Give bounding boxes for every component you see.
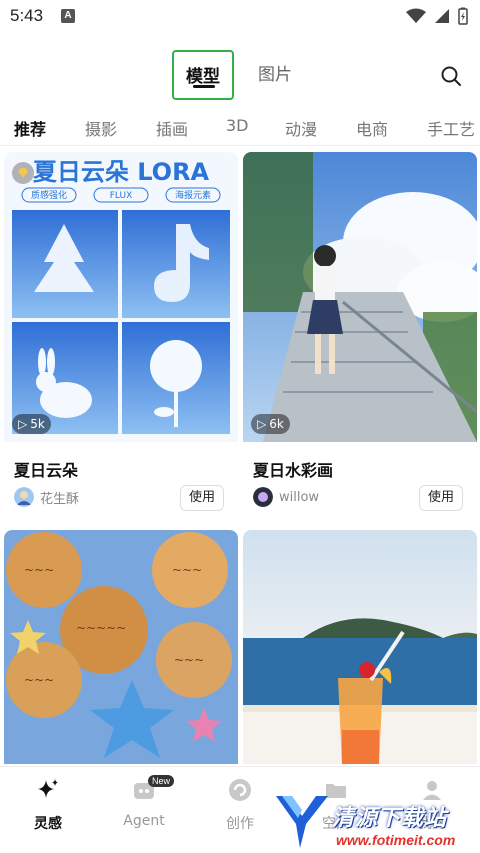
use-button[interactable]: 使用 [419,485,463,511]
app-notification-icon: A [61,9,75,23]
tab-model-label: 模型 [186,67,220,87]
svg-text:~~~: ~~~ [24,563,54,577]
svg-text:~~~: ~~~ [174,653,204,667]
card-thumbnail[interactable]: 夏日云朵 LORA 质感强化 FLUX 海报元素 [4,152,238,442]
author-name: willow [279,489,320,505]
svg-text:~~~: ~~~ [24,673,54,687]
banner-tag: 海报元素 [175,189,211,201]
watermark-url: www.fotimeit.com [336,832,456,848]
nav-inspiration[interactable]: 灵感 [8,777,88,833]
nav-label: 灵感 [34,816,62,832]
banner-tag: 质感强化 [31,189,67,201]
card-title: 夏日云朵 [14,461,79,480]
tab-image-label: 图片 [258,65,292,85]
svg-text:~~~: ~~~ [172,563,202,577]
search-icon[interactable] [440,65,462,87]
watermark: 清源下载站 www.fotimeit.com [272,786,472,853]
model-card[interactable]: ~~~ ~~~ ~~~~~ ~~~ ~~~ [4,530,238,764]
card-thumbnail[interactable]: ~~~ ~~~ ~~~~~ ~~~ ~~~ [4,530,238,764]
battery-icon [458,7,468,25]
category-photography[interactable]: 摄影 [85,116,117,140]
use-button[interactable]: 使用 [180,485,224,511]
model-card[interactable] [243,530,477,764]
category-handcraft[interactable]: 手工艺 [427,116,475,140]
active-tab-indicator [193,85,215,88]
watercolor-girl-image [243,152,477,442]
beach-drink-image [243,530,477,764]
view-count-value: 6k [269,417,284,431]
card-thumbnail[interactable] [243,152,477,442]
signal-icon [435,9,449,23]
create-icon [229,779,251,801]
category-anime[interactable]: 动漫 [285,116,317,140]
wifi-icon [406,8,426,23]
play-icon: ▷ [18,417,28,431]
status-icons [406,6,468,26]
diamond-badge-icon [12,162,34,184]
view-count: ▷ 6k [251,414,290,434]
top-tab-bar: 模型 图片 [0,50,480,100]
view-count-value: 5k [30,417,45,431]
play-icon: ▷ [257,417,267,431]
nav-label: Agent [123,813,165,829]
card-author[interactable]: willow [253,487,319,507]
category-tabs: 推荐 摄影 插画 3D 动漫 电商 手工艺 [0,110,480,146]
model-card[interactable]: 夏日云朵 LORA 质感强化 FLUX 海报元素 ▷ 5k 夏日云朵 花生酥 使… [4,152,238,522]
sparkle-icon [38,779,58,798]
card-author[interactable]: 花生酥 [14,487,79,507]
nav-label: 创作 [226,816,254,832]
avatar [14,487,34,507]
nav-create[interactable]: 创作 [200,777,280,833]
tab-model[interactable]: 模型 [172,50,234,100]
model-card[interactable]: ▷ 6k 夏日水彩画 willow 使用 [243,152,477,522]
category-3d[interactable]: 3D [226,116,249,135]
banner-tag: FLUX [110,191,133,201]
card-thumbnail[interactable] [243,530,477,764]
watermark-title: 清源下载站 [332,806,448,831]
watermark-logo-icon [276,796,328,848]
category-illustration[interactable]: 插画 [156,116,188,140]
cookies-image: ~~~ ~~~ ~~~~~ ~~~ ~~~ [4,530,238,764]
view-count: ▷ 5k [12,414,51,434]
card-title: 夏日水彩画 [253,461,334,480]
model-feed[interactable]: 夏日云朵 LORA 质感强化 FLUX 海报元素 ▷ 5k 夏日云朵 花生酥 使… [0,152,480,764]
tab-image[interactable]: 图片 [258,50,292,100]
author-name: 花生酥 [40,491,80,507]
category-recommend[interactable]: 推荐 [14,116,46,140]
avatar [253,487,273,507]
new-badge: New [148,775,175,787]
banner-title: 夏日云朵 LORA [33,158,210,186]
status-bar: 5:43 A [0,0,480,34]
nav-agent[interactable]: New Agent [104,775,184,829]
clouds-lora-image: 夏日云朵 LORA 质感强化 FLUX 海报元素 [4,152,238,442]
category-ecommerce[interactable]: 电商 [356,116,388,140]
status-time: 5:43 [10,6,44,25]
svg-text:~~~~~: ~~~~~ [76,621,126,635]
